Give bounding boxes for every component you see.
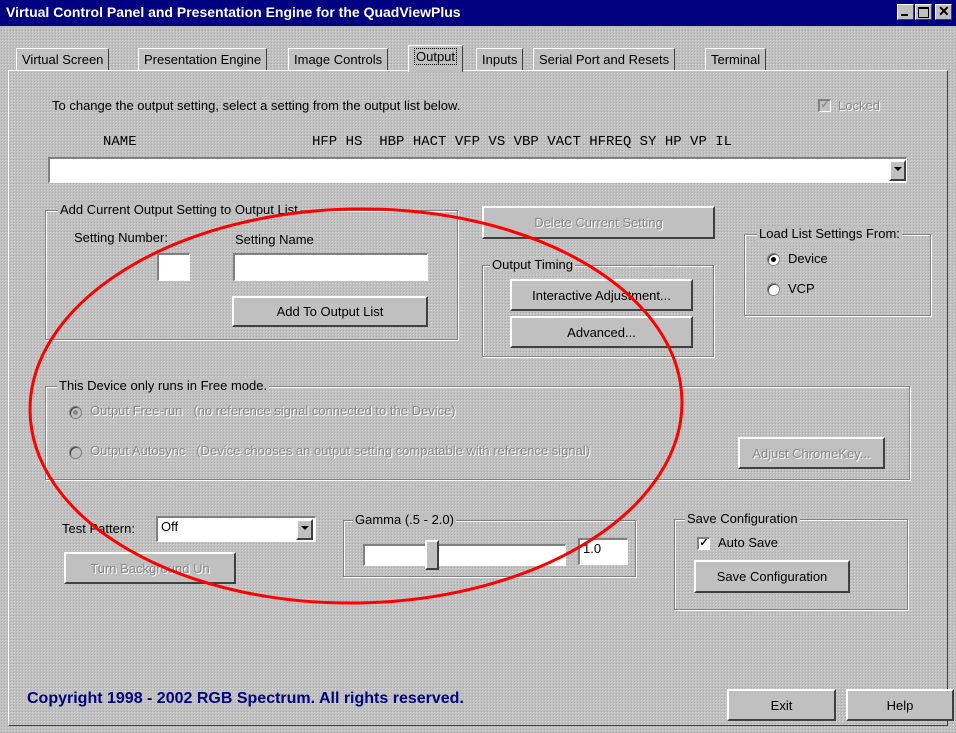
copyright-text: Copyright 1998 - 2002 RGB Spectrum. All … — [27, 690, 464, 707]
test-pattern-dropdown-arrow[interactable] — [296, 519, 313, 540]
tab-image-controls[interactable]: Image Controls — [288, 48, 389, 70]
close-button[interactable]: ✕ — [935, 3, 952, 20]
test-pattern-dropdown[interactable]: Off — [156, 516, 316, 542]
tab-inputs[interactable]: Inputs — [476, 48, 524, 70]
minimize-button[interactable] — [897, 4, 914, 20]
button-label: Save Configuration — [716, 569, 828, 584]
gamma-slider-thumb[interactable] — [425, 540, 439, 570]
vcp-radio-label: VCP — [788, 281, 815, 296]
tab-virtual-screen[interactable]: Virtual Screen — [16, 48, 110, 70]
add-to-output-list-button[interactable]: Add To Output List — [232, 296, 428, 327]
output-freerun-label: Output Free-run (no reference signal con… — [90, 403, 456, 418]
save-configuration-button[interactable]: Save Configuration — [694, 560, 850, 593]
column-headers-timing: HFP HS HBP HACT VFP VS VBP VACT HFREQ SY… — [312, 134, 733, 150]
button-label: Delete Current Setting — [534, 215, 663, 230]
column-header-name: NAME — [103, 134, 137, 150]
button-label: Help — [886, 697, 914, 713]
tab-label: Terminal — [711, 52, 761, 67]
adjust-chromekey-button: Adjust ChromeKey... — [738, 437, 885, 469]
maximize-button[interactable] — [915, 4, 932, 20]
output-autosync-label: Output Autosync (Device chooses an outpu… — [90, 443, 591, 458]
window-title: Virtual Control Panel and Presentation E… — [6, 4, 461, 20]
save-configuration-legend: Save Configuration — [685, 511, 800, 526]
setting-number-input[interactable] — [157, 253, 190, 281]
output-autosync-radio — [69, 446, 82, 459]
free-mode-legend: This Device only runs in Free mode. — [57, 378, 270, 393]
title-bar: Virtual Control Panel and Presentation E… — [0, 0, 956, 26]
device-radio[interactable] — [767, 253, 780, 266]
tab-serial-port-resets[interactable]: Serial Port and Resets — [533, 48, 676, 70]
button-label: Interactive Adjustment... — [532, 287, 671, 303]
advanced-button[interactable]: Advanced... — [510, 316, 693, 348]
load-list-settings-legend: Load List Settings From: — [757, 226, 902, 241]
tab-label: Image Controls — [294, 52, 383, 67]
tab-label: Presentation Engine — [144, 52, 262, 67]
close-icon: ✕ — [938, 3, 950, 19]
interactive-adjustment-button[interactable]: Interactive Adjustment... — [510, 279, 693, 311]
output-freerun-radio — [69, 406, 82, 419]
test-pattern-value: Off — [161, 519, 179, 534]
output-timing-legend: Output Timing — [490, 257, 575, 272]
gamma-legend: Gamma (.5 - 2.0) — [353, 512, 456, 527]
locked-checkbox: ✓ — [818, 99, 831, 112]
checkmark-icon: ✓ — [699, 537, 709, 549]
output-list-dropdown[interactable] — [48, 157, 907, 183]
output-instructions: To change the output setting, select a s… — [52, 98, 461, 113]
auto-save-label: Auto Save — [718, 535, 778, 550]
gamma-value-input[interactable]: 1.0 — [578, 538, 628, 565]
button-label: Adjust ChromeKey... — [752, 445, 871, 461]
tab-label: Inputs — [482, 52, 518, 67]
exit-button[interactable]: Exit — [727, 689, 836, 721]
help-button[interactable]: Help — [846, 689, 954, 721]
vcp-radio[interactable] — [767, 283, 780, 296]
test-pattern-label: Test Pattern: — [62, 521, 135, 536]
turn-background-button: Turn Background Un — [64, 552, 236, 584]
button-label: Turn Background Un — [90, 560, 210, 576]
button-label: Advanced... — [567, 324, 636, 340]
button-label: Add To Output List — [276, 304, 384, 319]
auto-save-checkbox[interactable]: ✓ — [697, 537, 710, 550]
setting-name-input[interactable] — [233, 253, 428, 281]
tab-output[interactable]: Output — [408, 45, 464, 72]
button-label: Exit — [770, 697, 793, 713]
add-setting-legend: Add Current Output Setting to Output Lis… — [58, 202, 300, 217]
device-radio-label: Device — [788, 251, 828, 266]
load-list-settings-group — [744, 234, 931, 316]
output-list-dropdown-arrow[interactable] — [889, 160, 906, 181]
setting-name-label: Setting Name — [235, 232, 314, 247]
gamma-slider-track[interactable] — [363, 544, 566, 566]
tab-terminal[interactable]: Terminal — [705, 48, 767, 70]
tab-label: Virtual Screen — [22, 52, 104, 67]
tab-label: Output — [414, 48, 458, 65]
locked-label: Locked — [838, 98, 880, 113]
setting-number-label: Setting Number: — [74, 230, 168, 245]
delete-current-setting-button: Delete Current Setting — [482, 206, 715, 239]
tab-presentation-engine[interactable]: Presentation Engine — [138, 48, 268, 70]
tab-label: Serial Port and Resets — [539, 52, 670, 67]
